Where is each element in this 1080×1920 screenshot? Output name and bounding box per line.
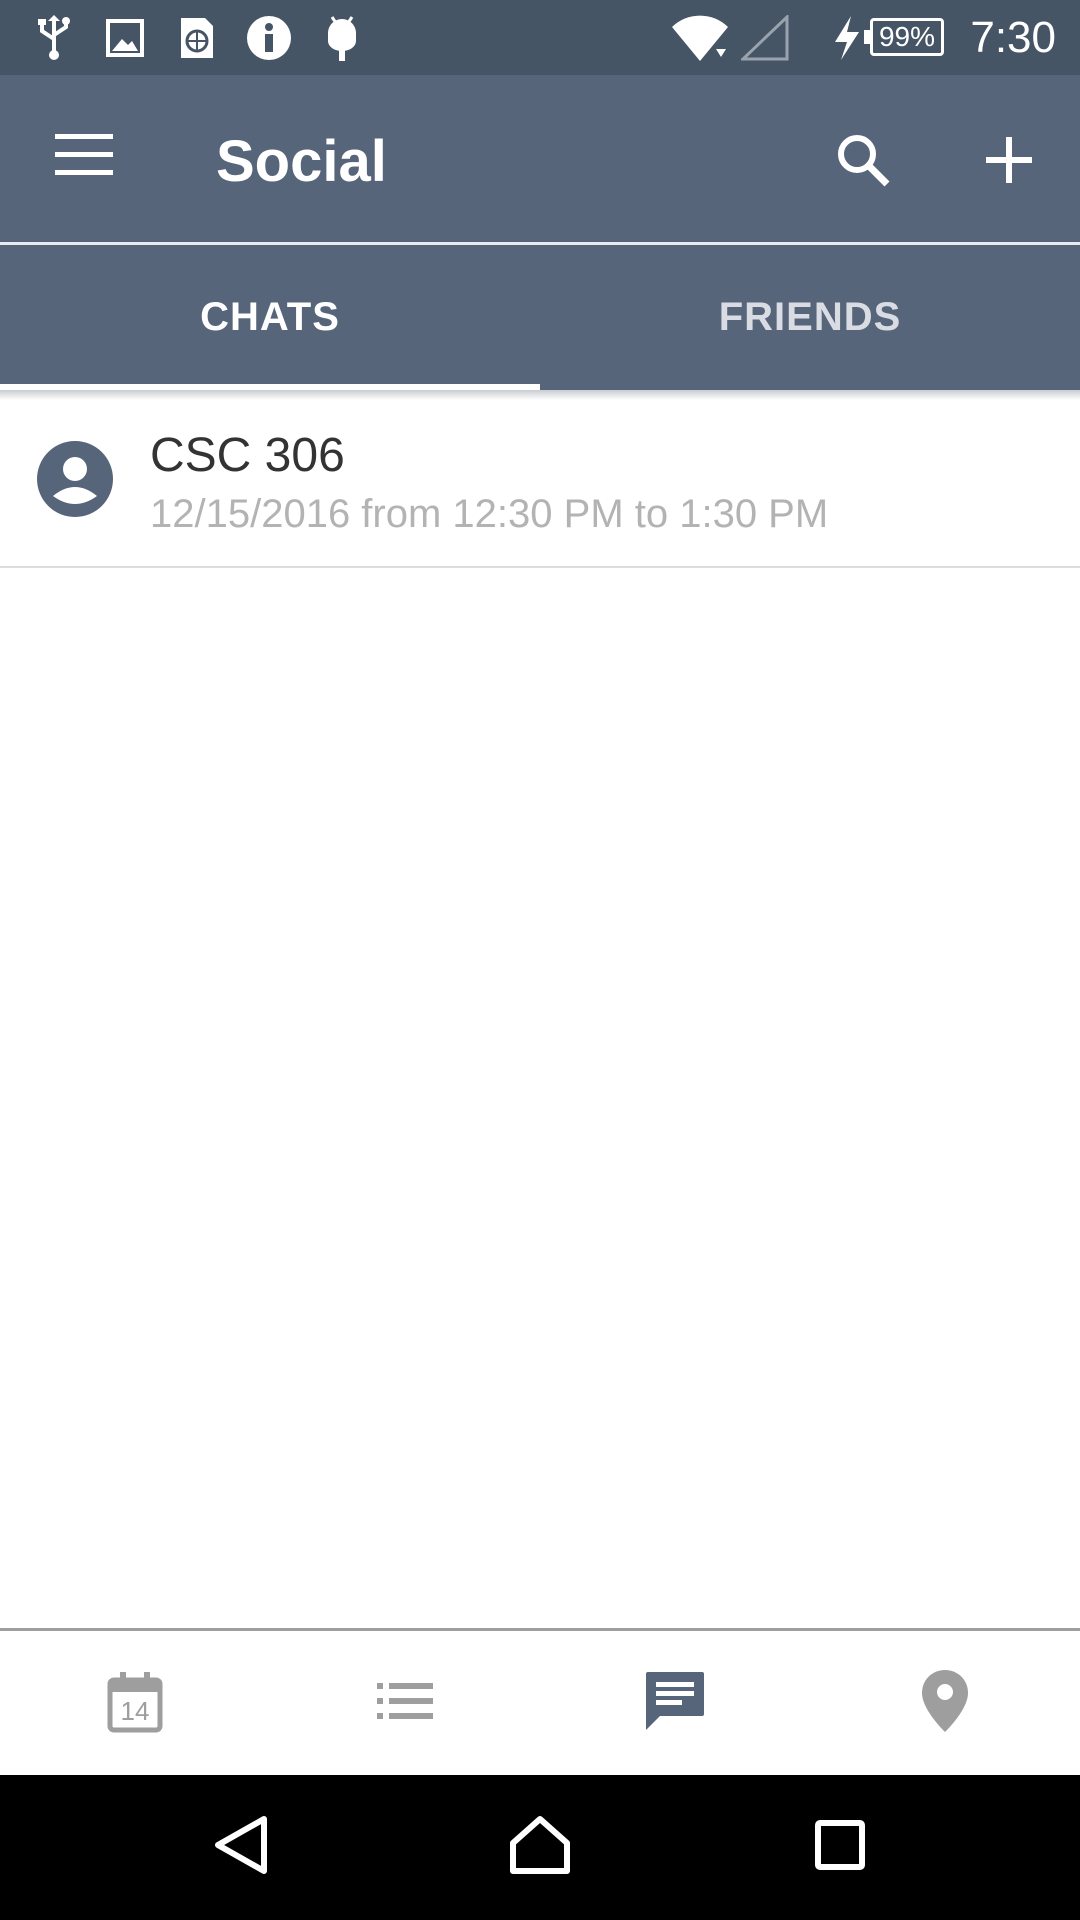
tab-label: FRIENDS bbox=[718, 295, 902, 339]
system-back-button[interactable] bbox=[90, 1775, 390, 1920]
location-pin-icon bbox=[922, 1669, 968, 1737]
nav-chat[interactable] bbox=[540, 1631, 810, 1775]
home-icon bbox=[509, 1815, 571, 1880]
android-icon bbox=[322, 12, 362, 64]
clock: 7:30 bbox=[970, 13, 1056, 62]
hamburger-menu-button[interactable] bbox=[44, 117, 124, 197]
tab-label: CHATS bbox=[200, 295, 340, 339]
chat-subtitle: 12/15/2016 from 12:30 PM to 1:30 PM bbox=[150, 492, 829, 536]
status-bar: 99% 7:30 bbox=[0, 0, 1080, 75]
charging-icon bbox=[832, 12, 862, 64]
tabs-shadow bbox=[0, 390, 1080, 400]
page-title: Social bbox=[216, 129, 387, 194]
calendar-icon: 14 bbox=[106, 1672, 164, 1734]
add-button[interactable] bbox=[964, 117, 1054, 207]
calendar-date: 14 bbox=[120, 1696, 150, 1726]
system-home-button[interactable] bbox=[390, 1775, 690, 1920]
bottom-navigation: 14 bbox=[0, 1628, 1080, 1775]
sim-globe-icon bbox=[176, 12, 218, 64]
image-icon bbox=[104, 12, 146, 64]
account-circle-icon bbox=[36, 440, 114, 518]
system-navigation-bar bbox=[0, 1775, 1080, 1920]
hamburger-menu-icon bbox=[55, 133, 113, 181]
tab-chats[interactable]: CHATS bbox=[0, 245, 540, 390]
back-triangle-icon bbox=[212, 1815, 268, 1880]
battery-indicator: 99% bbox=[864, 18, 944, 56]
nav-list[interactable] bbox=[270, 1631, 540, 1775]
signal-icon bbox=[740, 12, 790, 64]
search-button[interactable] bbox=[818, 117, 908, 207]
list-item[interactable]: CSC 306 12/15/2016 from 12:30 PM to 1:30… bbox=[0, 400, 1080, 568]
recents-square-icon bbox=[815, 1820, 865, 1875]
system-recents-button[interactable] bbox=[690, 1775, 990, 1920]
usb-icon bbox=[34, 12, 74, 64]
chat-icon bbox=[644, 1670, 706, 1737]
plus-icon bbox=[986, 136, 1032, 188]
nav-location[interactable] bbox=[810, 1631, 1080, 1775]
tab-bar: CHATS FRIENDS bbox=[0, 245, 1080, 390]
tab-friends[interactable]: FRIENDS bbox=[540, 245, 1080, 390]
app-bar bbox=[0, 75, 1080, 243]
list-icon bbox=[377, 1682, 433, 1724]
chat-title: CSC 306 bbox=[150, 429, 345, 482]
search-icon bbox=[835, 132, 891, 193]
info-icon bbox=[246, 12, 292, 64]
nav-calendar[interactable]: 14 bbox=[0, 1631, 270, 1775]
wifi-icon bbox=[670, 12, 730, 64]
